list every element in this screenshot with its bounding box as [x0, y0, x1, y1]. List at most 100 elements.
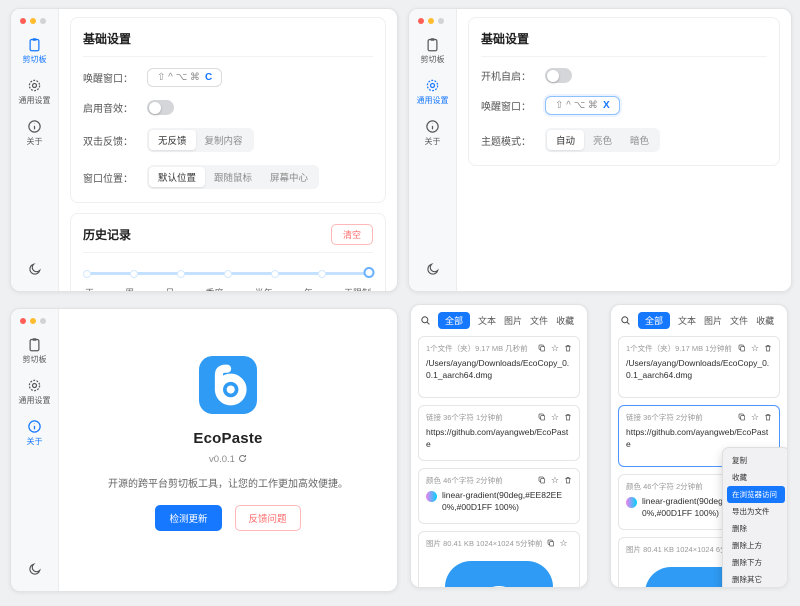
- option-no-feedback[interactable]: 无反馈: [149, 130, 196, 150]
- tab-all[interactable]: 全部: [638, 312, 670, 329]
- menu-item-export-file[interactable]: 导出为文件: [727, 503, 785, 520]
- check-update-button[interactable]: 检测更新: [155, 505, 221, 531]
- mark-unlimited[interactable]: 无限制: [344, 286, 371, 291]
- menu-item-open-in-browser[interactable]: 在浏览器访问: [727, 486, 785, 503]
- minimize-button[interactable]: [30, 18, 36, 24]
- trash-icon[interactable]: [764, 344, 772, 354]
- list-item-color[interactable]: 颜色 46个字符 2分钟前 ☆ linear-gradient(90deg,#E…: [418, 468, 580, 524]
- minimize-button[interactable]: [428, 18, 434, 24]
- image-preview: [426, 553, 572, 587]
- copy-icon[interactable]: [538, 344, 546, 354]
- section-title: 基础设置: [481, 28, 767, 57]
- minimize-button[interactable]: [30, 318, 36, 324]
- close-button[interactable]: [418, 18, 424, 24]
- menu-item-favorite[interactable]: 收藏: [727, 469, 785, 486]
- wake-shortcut-input[interactable]: ⇧ ^ ⌥ ⌘ X: [545, 96, 620, 115]
- wake-window-label: 唤醒窗口：: [83, 70, 147, 85]
- search-icon[interactable]: [420, 315, 431, 326]
- tab-text[interactable]: 文本: [478, 314, 496, 327]
- star-icon[interactable]: ☆: [751, 344, 759, 353]
- slider-mark[interactable]: [130, 270, 138, 278]
- copy-icon[interactable]: [547, 539, 555, 549]
- copy-icon[interactable]: [738, 413, 746, 423]
- zoom-button[interactable]: [40, 318, 46, 324]
- option-theme-auto[interactable]: 自动: [547, 130, 584, 150]
- menu-item-delete-others[interactable]: 删除其它: [727, 571, 785, 587]
- close-button[interactable]: [20, 318, 26, 324]
- autostart-toggle[interactable]: [545, 68, 572, 83]
- duration-slider[interactable]: [87, 267, 369, 279]
- menu-item-copy[interactable]: 复制: [727, 452, 785, 469]
- list-item-link[interactable]: 链接 36个字符 1分钟前 ☆ https://github.com/ayang…: [418, 405, 580, 461]
- sidebar-item-clipboard[interactable]: 剪切板: [421, 37, 445, 65]
- trash-icon[interactable]: [764, 413, 772, 423]
- history-title: 历史记录: [83, 226, 131, 243]
- slider-mark[interactable]: [224, 270, 232, 278]
- trash-icon[interactable]: [564, 413, 572, 423]
- star-icon[interactable]: ☆: [751, 413, 759, 422]
- zoom-button[interactable]: [438, 18, 444, 24]
- slider-handle[interactable]: [364, 267, 375, 278]
- option-screen-center[interactable]: 屏幕中心: [261, 167, 317, 187]
- close-button[interactable]: [20, 18, 26, 24]
- slider-mark[interactable]: [83, 270, 91, 278]
- star-icon[interactable]: ☆: [560, 539, 568, 548]
- position-segmented: 默认位置 跟随鼠标 屏幕中心: [147, 165, 319, 189]
- menu-item-delete-below[interactable]: 删除下方: [727, 554, 785, 571]
- copy-icon[interactable]: [538, 476, 546, 486]
- feedback-button[interactable]: 反馈问题: [235, 505, 301, 531]
- tab-all[interactable]: 全部: [438, 312, 470, 329]
- sidebar-item-general[interactable]: 通用设置: [417, 78, 449, 106]
- mark-week[interactable]: 周: [125, 286, 134, 291]
- sidebar-item-clipboard[interactable]: 剪切板: [23, 337, 47, 365]
- dark-mode-toggle[interactable]: [28, 262, 42, 281]
- option-default-position[interactable]: 默认位置: [149, 167, 205, 187]
- slider-mark[interactable]: [177, 270, 185, 278]
- option-follow-mouse[interactable]: 跟随鼠标: [205, 167, 261, 187]
- mark-month[interactable]: 月: [165, 286, 174, 291]
- zoom-button[interactable]: [40, 18, 46, 24]
- copy-icon[interactable]: [538, 413, 546, 423]
- tab-file[interactable]: 文件: [530, 314, 548, 327]
- star-icon[interactable]: ☆: [551, 344, 559, 353]
- sidebar-item-clipboard[interactable]: 剪切板: [23, 37, 47, 65]
- dark-mode-toggle[interactable]: [28, 562, 42, 581]
- star-icon[interactable]: ☆: [551, 413, 559, 422]
- sidebar-item-about[interactable]: 关于: [27, 419, 43, 447]
- slider-mark[interactable]: [271, 270, 279, 278]
- trash-icon[interactable]: [564, 344, 572, 354]
- sidebar-item-about[interactable]: 关于: [27, 119, 43, 147]
- window-clipboard-list-menu: 全部 文本 图片 文件 收藏 1个文件（夹）9.17 MB 1分钟前 ☆ /Us…: [610, 304, 788, 588]
- tab-file[interactable]: 文件: [730, 314, 748, 327]
- list-item-file[interactable]: 1个文件（夹）9.17 MB 几秒前 ☆ /Users/ayang/Downlo…: [418, 336, 580, 398]
- sidebar-item-general[interactable]: 通用设置: [19, 378, 51, 406]
- trash-icon[interactable]: [564, 476, 572, 486]
- menu-item-delete-above[interactable]: 删除上方: [727, 537, 785, 554]
- sound-toggle[interactable]: [147, 100, 174, 115]
- tab-image[interactable]: 图片: [504, 314, 522, 327]
- list-item-image[interactable]: 图片 80.41 KB 1024×1024 5分钟前 ☆: [418, 531, 580, 587]
- sidebar-item-about[interactable]: 关于: [425, 119, 441, 147]
- dark-mode-toggle[interactable]: [426, 262, 440, 281]
- mark-halfyear[interactable]: 半年: [255, 286, 273, 291]
- clear-history-button[interactable]: 清空: [331, 224, 373, 245]
- option-copy-content[interactable]: 复制内容: [196, 130, 252, 150]
- mark-day[interactable]: 天: [85, 286, 94, 291]
- tab-image[interactable]: 图片: [704, 314, 722, 327]
- tab-favorite[interactable]: 收藏: [756, 314, 774, 327]
- tab-text[interactable]: 文本: [678, 314, 696, 327]
- copy-icon[interactable]: [738, 344, 746, 354]
- refresh-icon[interactable]: [238, 454, 247, 466]
- sidebar-item-general[interactable]: 通用设置: [19, 78, 51, 106]
- star-icon[interactable]: ☆: [551, 476, 559, 485]
- wake-shortcut-input[interactable]: ⇧ ^ ⌥ ⌘ C: [147, 68, 222, 87]
- search-icon[interactable]: [620, 315, 631, 326]
- mark-year[interactable]: 年: [304, 286, 313, 291]
- option-theme-light[interactable]: 亮色: [584, 130, 621, 150]
- list-item-file[interactable]: 1个文件（夹）9.17 MB 1分钟前 ☆ /Users/ayang/Downl…: [618, 336, 780, 398]
- option-theme-dark[interactable]: 暗色: [621, 130, 658, 150]
- mark-quarter[interactable]: 季度: [205, 286, 223, 291]
- slider-mark[interactable]: [318, 270, 326, 278]
- menu-item-delete[interactable]: 删除: [727, 520, 785, 537]
- tab-favorite[interactable]: 收藏: [556, 314, 574, 327]
